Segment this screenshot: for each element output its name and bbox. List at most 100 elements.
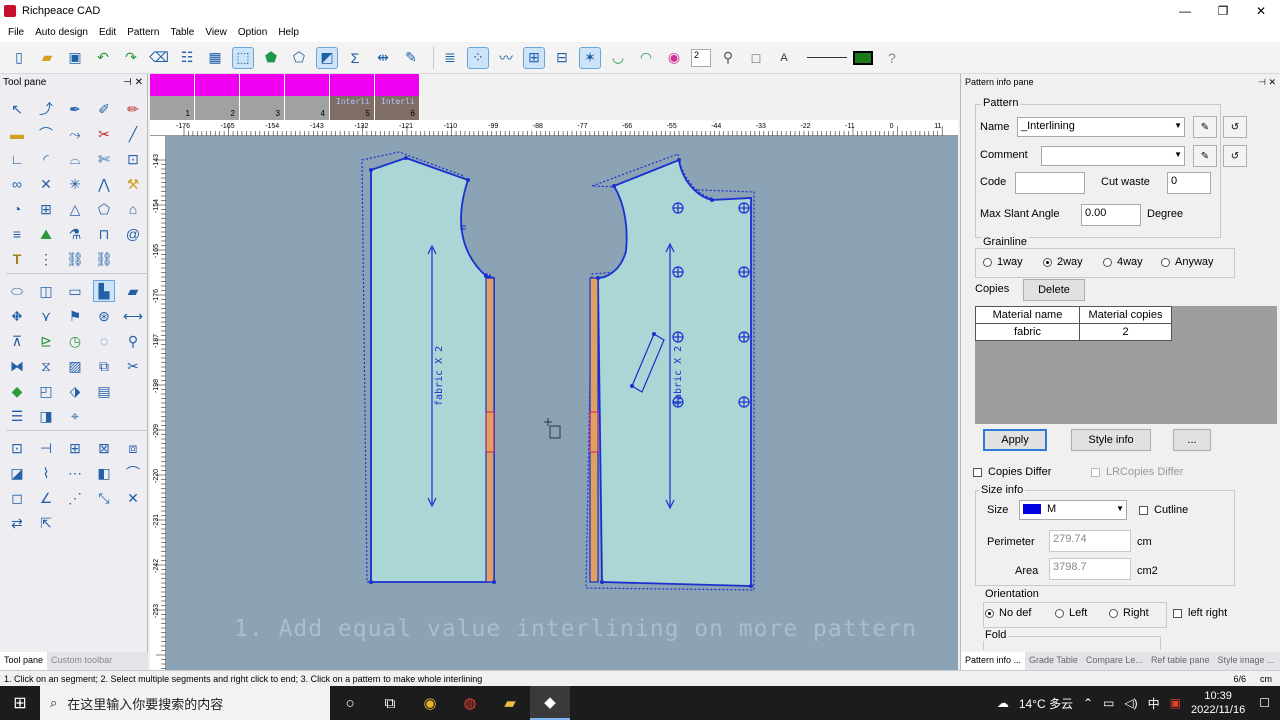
interlining-tool-icon[interactable]: ▙ (93, 280, 115, 302)
lr-copies-differ-checkbox[interactable]: LRCopies Differ (1091, 466, 1183, 478)
browser-icon[interactable]: ◍ (450, 686, 490, 720)
stack-icon[interactable]: ☰ (6, 405, 28, 427)
reset-name-icon[interactable]: ↺ (1223, 116, 1247, 138)
table-icon[interactable]: ☷ (176, 47, 198, 69)
orientation-left-radio[interactable]: Left (1055, 607, 1087, 619)
strip-icon[interactable]: ▰ (122, 280, 144, 302)
menu-file[interactable]: File (8, 27, 24, 38)
maximize-button[interactable]: ❐ (1204, 0, 1242, 22)
bend-icon[interactable]: ⌓ (64, 148, 86, 170)
close-button[interactable]: ✕ (1242, 0, 1280, 22)
brush-tool-icon[interactable]: ⚒ (122, 173, 144, 195)
scissors-icon[interactable]: ✄ (93, 148, 115, 170)
pattern-piece-right[interactable] (585, 153, 755, 591)
pin-pane-icon[interactable]: ⊣ (123, 77, 132, 88)
new-file-icon[interactable]: ▯ (8, 47, 30, 69)
size-combo[interactable]: M ▼ (1019, 500, 1127, 520)
blend-icon[interactable]: ⧓ (6, 355, 28, 377)
grade-copy-icon[interactable]: ⧈ (122, 437, 144, 459)
material-name-cell[interactable]: fabric (975, 323, 1080, 341)
cross-icon[interactable]: ✕ (35, 173, 57, 195)
close-pane-icon[interactable]: ✕ (135, 77, 143, 88)
piece-thumbnail[interactable]: Interli 5 (330, 74, 375, 120)
grade-scale-icon[interactable]: ⇱ (35, 512, 57, 534)
grade-box-icon[interactable]: ◻ (6, 487, 28, 509)
points-icon[interactable]: ⁘ (467, 46, 489, 69)
notification-icon[interactable]: ☐ (1259, 696, 1270, 710)
hole-icon[interactable]: ◌ (93, 330, 115, 352)
pencil-red-icon[interactable]: ✏ (122, 98, 144, 120)
line-icon[interactable]: ╱ (122, 123, 144, 145)
grade-move-icon[interactable]: ⊠ (93, 437, 115, 459)
book-icon[interactable]: ⊓ (93, 223, 115, 245)
select-arrow-icon[interactable]: ↖ (6, 98, 28, 120)
windows-start-icon[interactable]: ⊞ (0, 686, 40, 720)
taskbar-search[interactable]: ⌕ 在这里输入你要搜索的内容 (40, 686, 330, 720)
notch-icon[interactable]: ⊼ (6, 330, 28, 352)
max-slant-field[interactable]: 0.00 (1081, 204, 1141, 226)
interlining-strip-right[interactable] (589, 277, 599, 583)
style-info-button[interactable]: Style info (1071, 429, 1151, 451)
menu-view[interactable]: View (205, 27, 227, 38)
adjust-icon[interactable]: ⤴ (35, 98, 57, 120)
grade-edit-icon[interactable]: ◪ (6, 462, 28, 484)
list-icon[interactable]: ⋮ (35, 248, 57, 270)
pin-tool-icon[interactable]: ⚲ (122, 330, 144, 352)
richpeace-cad-taskbar-icon[interactable]: ◆ (530, 686, 570, 720)
redo-icon[interactable]: ↷ (120, 47, 142, 69)
grade-line-icon[interactable]: ⋯ (64, 462, 86, 484)
split-icon[interactable]: ◨ (35, 405, 57, 427)
edit-comment-icon[interactable]: ✎ (1193, 145, 1217, 167)
clock-icon[interactable]: ◷ (64, 330, 86, 352)
block-icon[interactable]: ⊞ (35, 198, 57, 220)
menu-pattern[interactable]: Pattern (127, 27, 159, 38)
open-folder-icon[interactable]: ▰ (36, 47, 58, 69)
grade-split-icon[interactable]: ◧ (93, 462, 115, 484)
grade-tool-icon[interactable]: ⊞ (64, 437, 86, 459)
file-explorer-icon[interactable]: ▰ (490, 686, 530, 720)
wave-icon[interactable]: ◡ (607, 47, 629, 69)
home-icon[interactable]: ⌂ (122, 198, 144, 220)
network-icon[interactable]: ▭ (1103, 696, 1114, 710)
tool-b-icon[interactable]: ▤ (93, 380, 115, 402)
arrange-icon[interactable]: ⊟ (551, 47, 573, 69)
triangle-icon[interactable]: △ (64, 198, 86, 220)
tab-custom-toolbar[interactable]: Custom toolbar (47, 652, 116, 670)
grade-x-icon[interactable]: ✕ (122, 487, 144, 509)
fit-icon[interactable]: ⬠ (288, 47, 310, 69)
pattern-view-icon[interactable]: ⬚ (232, 46, 254, 69)
chain-icon[interactable]: ∞ (6, 173, 28, 195)
star-tool-icon[interactable]: ✳ (64, 173, 86, 195)
menu-help[interactable]: Help (278, 27, 299, 38)
cutline-checkbox[interactable]: Cutline (1139, 504, 1188, 516)
weather-icon[interactable]: ☁ (997, 696, 1009, 710)
star-icon[interactable]: ✶ (579, 46, 601, 69)
pleat-icon[interactable]: ⊵ (35, 330, 57, 352)
paint-icon[interactable]: ◆ (6, 380, 28, 402)
cut-waste-field[interactable]: 0 (1167, 172, 1211, 194)
tab-ref-table[interactable]: Ref table pane (1147, 652, 1214, 670)
film-icon[interactable] (853, 50, 873, 65)
grade-mirror-icon[interactable]: ⇄ (6, 512, 28, 534)
material-copies-cell[interactable]: 2 (1079, 323, 1172, 341)
square-icon[interactable]: □ (745, 47, 767, 69)
color-wheel-icon[interactable]: ◉ (663, 47, 685, 69)
bottle-icon[interactable]: ⚗ (64, 223, 86, 245)
arc-icon[interactable]: ⌒ (35, 123, 57, 145)
cut-tool-icon[interactable]: ✂ (122, 355, 144, 377)
pane-controls[interactable]: ⊣ ✕ (1258, 77, 1276, 88)
undo-icon[interactable]: ↶ (92, 47, 114, 69)
orientation-right-radio[interactable]: Right (1109, 607, 1149, 619)
app-tray-icon[interactable]: ▣ (1170, 696, 1181, 710)
measure-icon[interactable]: ⇹ (372, 47, 394, 69)
pin-icon[interactable]: ⚲ (717, 47, 739, 69)
help-icon[interactable]: ? (881, 47, 903, 69)
number-input[interactable]: 2 (691, 48, 711, 67)
mountain-icon[interactable]: ⛰ (35, 223, 57, 245)
name-combo[interactable]: _Interlining ▼ (1017, 117, 1185, 137)
comment-combo[interactable]: ▼ (1041, 146, 1185, 166)
grade-cut-icon[interactable]: ⤡ (93, 487, 115, 509)
gauge-icon[interactable]: ◔ (6, 198, 28, 220)
table-row[interactable]: fabric 2 (975, 323, 1172, 341)
code-field[interactable] (1015, 172, 1085, 194)
